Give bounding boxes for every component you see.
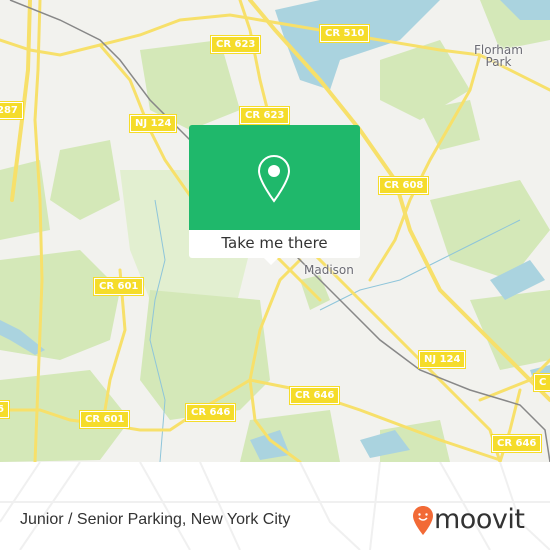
road-label-cr646: CR 646: [290, 387, 340, 404]
road-label-cr623: CR 623: [240, 107, 290, 124]
destination-popup[interactable]: Take me there: [189, 125, 360, 265]
map[interactable]: CR 623 CR 510 CR 623 287 NJ 124 CR 608 C…: [0, 0, 550, 462]
road-label-cr608: CR 608: [379, 177, 429, 194]
road-label-cr646: CR 646: [186, 404, 236, 421]
road-label-cr646: 6: [0, 401, 9, 418]
road-label-cr623: CR 623: [211, 36, 261, 53]
road-label-i287: 287: [0, 102, 23, 119]
road-label-cr: C: [534, 374, 550, 391]
map-pin-icon: [257, 154, 291, 203]
road-label-nj124: NJ 124: [130, 115, 177, 132]
road-label-nj124: NJ 124: [419, 351, 466, 368]
take-me-there-button[interactable]: Take me there: [189, 230, 360, 258]
moovit-brand-name: moovit: [434, 504, 525, 535]
road-label-cr601: CR 601: [80, 411, 130, 428]
moovit-logo-icon: [413, 506, 433, 535]
road-label-cr601: CR 601: [94, 278, 144, 295]
place-label-line: Park: [485, 55, 512, 69]
location-title: Junior / Senior Parking, New York City: [20, 511, 291, 528]
road-label-cr646: CR 646: [492, 435, 542, 452]
place-label-florham-park: Florham Park: [474, 44, 523, 68]
popup-header[interactable]: [189, 125, 360, 230]
place-label-madison: Madison: [304, 263, 354, 277]
road-label-cr510: CR 510: [320, 25, 370, 42]
popup-pointer: [263, 257, 279, 265]
